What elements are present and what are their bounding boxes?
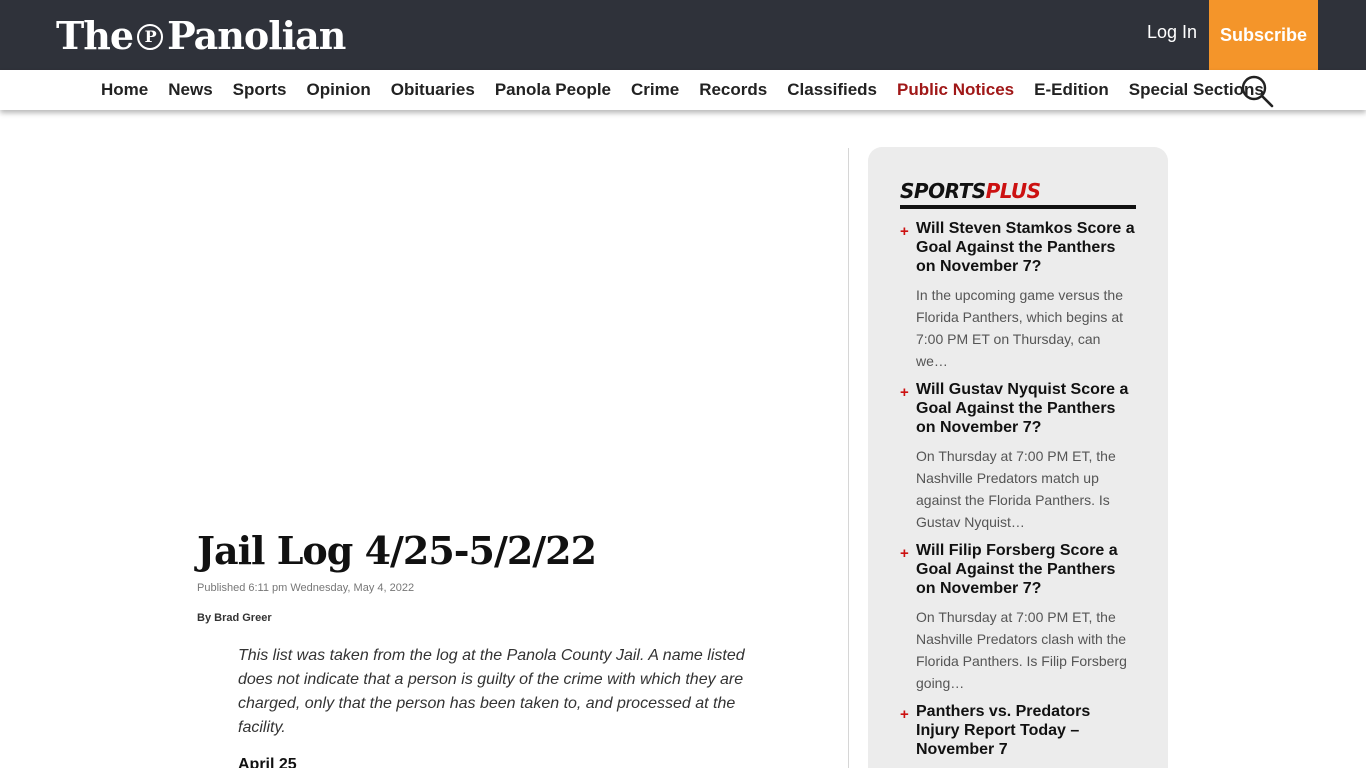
sidebar-title: SPORTSPLUS: [900, 179, 1041, 203]
search-icon[interactable]: [1240, 74, 1274, 108]
sidebar-item: + Will Steven Stamkos Score a Goal Again…: [900, 219, 1136, 372]
plus-icon: +: [900, 223, 909, 240]
sidebar-item-excerpt: On Thursday at 7:00 PM ET, the Nashville…: [916, 448, 1116, 530]
nav-item-obituaries[interactable]: Obituaries: [381, 80, 485, 100]
sidebar-item-excerpt: In the upcoming game versus the Florida …: [916, 287, 1124, 369]
nav-item-public-notices[interactable]: Public Notices: [887, 80, 1024, 100]
logo-the: The: [56, 12, 134, 58]
sports-plus-sidebar: SPORTSPLUS + Will Steven Stamkos Score a…: [868, 147, 1168, 768]
logo-name: Panolian: [167, 12, 346, 58]
nav-item-classifieds[interactable]: Classifieds: [777, 80, 887, 100]
nav-menu: Home News Sports Opinion Obituaries Panola Pe…: [91, 70, 1274, 110]
nav-item-home[interactable]: Home: [91, 80, 158, 100]
sidebar-item-excerpt: On Thursday at 7:00 PM ET, the Nashville…: [916, 609, 1127, 691]
article: Jail Log 4/25-5/2/22 Published 6:11 pm W…: [197, 528, 797, 768]
plus-icon: +: [900, 706, 909, 723]
sidebar-item-headline[interactable]: Panthers vs. Predators Injury Report Tod…: [916, 702, 1136, 759]
sidebar-title-rule: [900, 205, 1136, 209]
article-intro: This list was taken from the log at the …: [238, 647, 745, 736]
column-divider: [848, 148, 849, 768]
sidebar-item-headline[interactable]: Will Filip Forsberg Score a Goal Against…: [916, 541, 1136, 598]
sidebar-title-part2: PLUS: [985, 179, 1041, 203]
nav-item-news[interactable]: News: [158, 80, 222, 100]
byline-prefix: By: [197, 612, 212, 624]
date-subhead: April 25: [238, 756, 297, 768]
nav-item-crime[interactable]: Crime: [621, 80, 689, 100]
plus-icon: +: [900, 545, 909, 562]
site-header: The P Panolian Log In Subscribe: [0, 0, 1366, 70]
sidebar-title-part1: SPORTS: [900, 179, 986, 203]
sidebar-item: + Panthers vs. Predators Injury Report T…: [900, 702, 1136, 759]
plus-icon: +: [900, 384, 909, 401]
main-nav: Home News Sports Opinion Obituaries Panola Pe…: [0, 70, 1366, 110]
nav-item-panola-people[interactable]: Panola People: [485, 80, 621, 100]
sidebar-item-headline[interactable]: Will Steven Stamkos Score a Goal Against…: [916, 219, 1136, 276]
nav-item-e-edition[interactable]: E-Edition: [1024, 80, 1119, 100]
sidebar-list: + Will Steven Stamkos Score a Goal Again…: [900, 219, 1136, 767]
sidebar-item: + Will Filip Forsberg Score a Goal Again…: [900, 541, 1136, 694]
login-link[interactable]: Log In: [1140, 22, 1204, 43]
subscribe-button[interactable]: Subscribe: [1209, 0, 1318, 70]
publish-date: Published 6:11 pm Wednesday, May 4, 2022: [197, 582, 415, 594]
site-logo[interactable]: The P Panolian: [56, 10, 346, 60]
nav-item-sports[interactable]: Sports: [223, 80, 297, 100]
article-title: Jail Log 4/25-5/2/22: [197, 528, 597, 573]
nav-item-records[interactable]: Records: [689, 80, 777, 100]
nav-item-opinion[interactable]: Opinion: [297, 80, 381, 100]
byline: By Brad Greer: [197, 612, 797, 624]
sidebar-item: + Will Gustav Nyquist Score a Goal Again…: [900, 380, 1136, 533]
sidebar-item-headline[interactable]: Will Gustav Nyquist Score a Goal Against…: [916, 380, 1136, 437]
author-link[interactable]: Brad Greer: [214, 612, 271, 624]
logo-seal-icon: P: [137, 24, 164, 50]
